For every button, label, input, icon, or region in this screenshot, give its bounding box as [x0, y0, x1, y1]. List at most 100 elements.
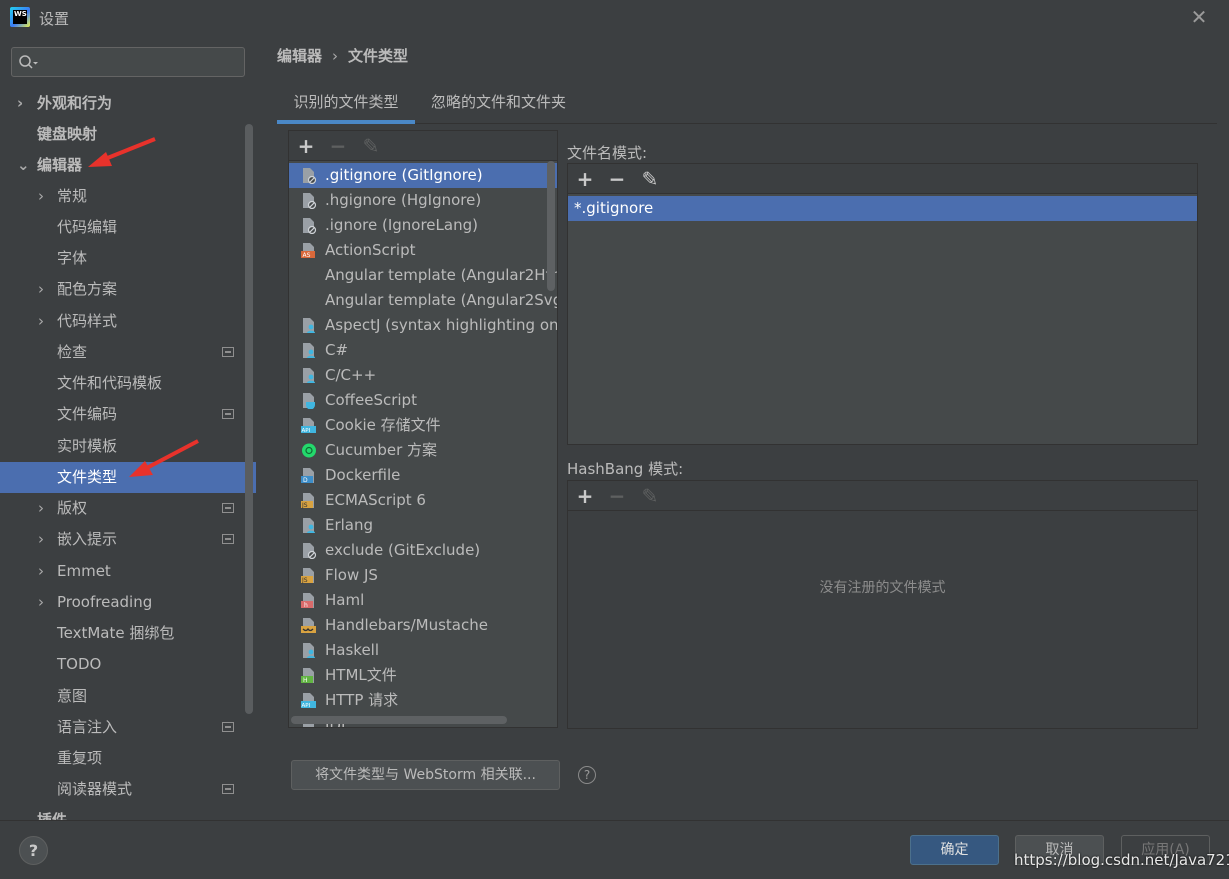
- breadcrumb-parent[interactable]: 编辑器: [277, 47, 322, 65]
- sidebar-item-inlay-hints[interactable]: › 嵌入提示: [0, 524, 256, 555]
- api-file-icon: API: [301, 418, 316, 434]
- sidebar-item-code-style[interactable]: › 代码样式: [0, 306, 256, 337]
- remove-icon[interactable]: −: [606, 485, 628, 507]
- sidebar-item-label: 文件编码: [57, 405, 118, 423]
- list-item[interactable]: exclude (GitExclude): [289, 538, 557, 563]
- list-item[interactable]: JS ECMAScript 6: [289, 488, 557, 513]
- help-button[interactable]: ?: [19, 836, 48, 865]
- project-scope-icon: [222, 347, 234, 357]
- cucumber-icon: [302, 443, 316, 458]
- list-item[interactable]: AS ActionScript: [289, 238, 557, 263]
- list-item[interactable]: H HTML文件: [289, 663, 557, 688]
- help-icon[interactable]: ?: [578, 766, 596, 784]
- hashbang-patterns-title: HashBang 模式:: [567, 460, 684, 478]
- list-item[interactable]: Haskell: [289, 638, 557, 663]
- settings-search-input[interactable]: [11, 47, 245, 77]
- add-icon[interactable]: +: [574, 485, 596, 507]
- close-icon[interactable]: ✕: [1188, 6, 1210, 28]
- project-scope-icon: [222, 784, 234, 794]
- tab-ignored-files[interactable]: 忽略的文件和文件夹: [431, 84, 566, 124]
- js-file-icon: JS: [301, 568, 314, 584]
- sidebar-item-label: 检查: [57, 343, 88, 361]
- sidebar-item-label: 重复项: [57, 749, 103, 767]
- file-type-label: Flow JS: [325, 566, 378, 584]
- sidebar-item-intentions[interactable]: 意图: [0, 681, 256, 712]
- sidebar-item-color-scheme[interactable]: › 配色方案: [0, 274, 256, 305]
- sidebar-item-proofreading[interactable]: › Proofreading: [0, 587, 256, 618]
- edit-icon[interactable]: ✎: [639, 485, 661, 507]
- list-item[interactable]: .ignore (IgnoreLang): [289, 213, 557, 238]
- breadcrumb-current: 文件类型: [348, 47, 409, 65]
- file-type-label: .gitignore (GitIgnore): [325, 166, 483, 184]
- user-file-icon: [303, 318, 315, 333]
- list-item[interactable]: C/C++: [289, 363, 557, 388]
- filename-patterns-toolbar: + − ✎: [568, 164, 1197, 194]
- list-item[interactable]: API HTTP 请求: [289, 688, 557, 713]
- add-icon[interactable]: +: [574, 168, 596, 190]
- project-scope-icon: [222, 722, 234, 732]
- annotation-arrow-icon: [129, 439, 199, 477]
- sidebar-item-label: TextMate 捆绑包: [57, 624, 175, 642]
- file-types-panel: + − ✎ .gitignore (GitIgnore) .hgignore (H…: [288, 130, 558, 728]
- sidebar-item-font[interactable]: 字体: [0, 243, 256, 274]
- file-type-label: ECMAScript 6: [325, 491, 426, 509]
- tab-recognized-file-types[interactable]: 识别的文件类型: [277, 84, 415, 124]
- list-item[interactable]: Angular template (Angular2Svg): [289, 288, 557, 313]
- sidebar-item-label: 代码编辑: [57, 218, 118, 236]
- sidebar-item-copyright[interactable]: › 版权: [0, 493, 256, 524]
- sidebar-item-language-injections[interactable]: 语言注入: [0, 712, 256, 743]
- remove-icon[interactable]: −: [327, 135, 349, 157]
- sidebar-item-file-encodings[interactable]: 文件编码: [0, 399, 256, 430]
- sidebar-item-plugins[interactable]: 插件: [0, 805, 256, 820]
- remove-icon[interactable]: −: [606, 168, 628, 190]
- project-scope-icon: [222, 503, 234, 513]
- list-item[interactable]: .gitignore (GitIgnore): [289, 163, 557, 188]
- chevron-right-icon: ›: [38, 562, 44, 580]
- hashbang-patterns-list[interactable]: 没有注册的文件模式: [568, 511, 1197, 728]
- window-title: 设置: [39, 10, 70, 28]
- list-item[interactable]: AspectJ (syntax highlighting only): [289, 313, 557, 338]
- sidebar-item-label: 版权: [57, 499, 88, 517]
- file-types-vertical-scrollbar[interactable]: [547, 161, 555, 291]
- handlebars-icon: [301, 618, 316, 633]
- sidebar-item-textmate[interactable]: TextMate 捆绑包: [0, 618, 256, 649]
- associate-file-types-button[interactable]: 将文件类型与 WebStorm 相关联...: [291, 760, 560, 790]
- list-item[interactable]: Angular template (Angular2Html): [289, 263, 557, 288]
- svg-text:API: API: [302, 428, 311, 434]
- list-item[interactable]: Handlebars/Mustache: [289, 613, 557, 638]
- list-item[interactable]: JS Flow JS: [289, 563, 557, 588]
- chevron-right-icon: ›: [38, 312, 44, 330]
- sidebar-item-reader-mode[interactable]: 阅读器模式: [0, 774, 256, 805]
- sidebar-item-label: 外观和行为: [37, 94, 113, 112]
- edit-icon[interactable]: ✎: [360, 135, 382, 157]
- sidebar-item-general[interactable]: › 常规: [0, 181, 256, 212]
- add-icon[interactable]: +: [295, 135, 317, 157]
- sidebar-item-file-templates[interactable]: 文件和代码模板: [0, 368, 256, 399]
- list-item[interactable]: *.gitignore: [568, 196, 1197, 221]
- user-file-icon: [303, 368, 315, 383]
- sidebar-item-appearance[interactable]: › 外观和行为: [0, 88, 256, 119]
- list-item[interactable]: h Haml: [289, 588, 557, 613]
- list-item[interactable]: API Cookie 存储文件: [289, 413, 557, 438]
- sidebar-item-todo[interactable]: TODO: [0, 649, 256, 680]
- search-icon: [19, 55, 38, 69]
- list-item[interactable]: D Dockerfile: [289, 463, 557, 488]
- file-types-list[interactable]: .gitignore (GitIgnore) .hgignore (HgIgnor…: [289, 161, 557, 727]
- list-item[interactable]: CoffeeScript: [289, 388, 557, 413]
- sidebar-item-inspections[interactable]: 检查: [0, 337, 256, 368]
- sidebar-item-code-editing[interactable]: 代码编辑: [0, 212, 256, 243]
- file-types-horizontal-scrollbar[interactable]: [291, 716, 507, 724]
- list-item[interactable]: .hgignore (HgIgnore): [289, 188, 557, 213]
- filename-patterns-title: 文件名模式:: [567, 144, 648, 162]
- list-item[interactable]: Erlang: [289, 513, 557, 538]
- sidebar-item-duplicates[interactable]: 重复项: [0, 743, 256, 774]
- sidebar-item-emmet[interactable]: › Emmet: [0, 556, 256, 587]
- sidebar-scrollbar[interactable]: [245, 124, 253, 714]
- list-item[interactable]: Cucumber 方案: [289, 438, 557, 463]
- file-type-label: HTTP 请求: [325, 691, 399, 709]
- filename-patterns-list[interactable]: *.gitignore: [568, 194, 1197, 444]
- ok-button[interactable]: 确定: [910, 835, 999, 865]
- project-scope-icon: [222, 534, 234, 544]
- edit-icon[interactable]: ✎: [639, 168, 661, 190]
- list-item[interactable]: C#: [289, 338, 557, 363]
